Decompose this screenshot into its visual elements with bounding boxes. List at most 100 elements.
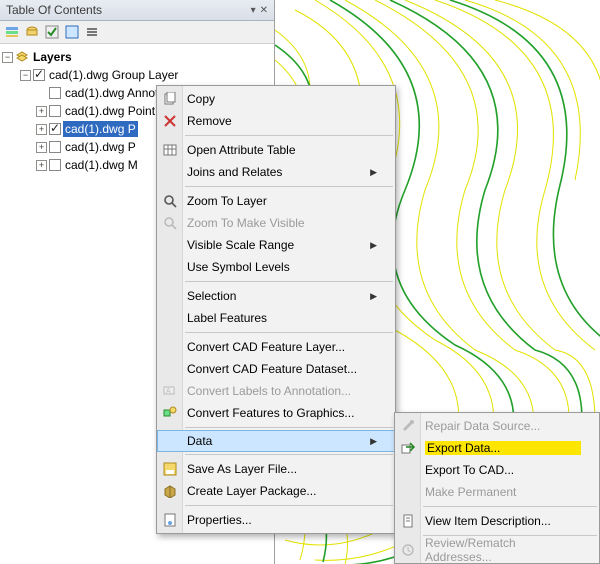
menu-item-label: Review/Rematch Addresses...: [425, 536, 581, 564]
layer-label[interactable]: cad(1).dwg P: [63, 121, 138, 137]
layer-checkbox[interactable]: [49, 87, 61, 99]
layer-checkbox[interactable]: [49, 105, 61, 117]
save-layer-icon: [162, 461, 178, 477]
submenu-arrow-icon: ▶: [370, 240, 377, 251]
table-icon: [162, 142, 178, 158]
menu-item[interactable]: View Item Description...: [395, 510, 599, 532]
menu-item-label: Export Data...: [425, 441, 581, 455]
menu-item-label: Data: [187, 434, 370, 448]
menu-item[interactable]: Open Attribute Table: [157, 139, 395, 161]
dock-icon[interactable]: ▾: [251, 5, 256, 16]
menu-item[interactable]: Export Data...: [395, 437, 599, 459]
layer-label[interactable]: cad(1).dwg Point: [63, 103, 157, 119]
menu-item-label: Remove: [187, 114, 377, 128]
menu-item-label: Open Attribute Table: [187, 143, 377, 157]
menu-item[interactable]: Convert CAD Feature Dataset...: [157, 358, 395, 380]
menu-item: Make Permanent: [395, 481, 599, 503]
menu-item-label: Save As Layer File...: [187, 462, 377, 476]
menu-item-label: Convert Features to Graphics...: [187, 406, 377, 420]
menu-item-label: Properties...: [187, 513, 377, 527]
menu-item: Zoom To Make Visible: [157, 212, 395, 234]
menu-item[interactable]: Label Features: [157, 307, 395, 329]
menu-item[interactable]: Save As Layer File...: [157, 458, 395, 480]
layer-checkbox[interactable]: [49, 159, 61, 171]
features-icon: [162, 405, 178, 421]
menu-item-label: View Item Description...: [425, 514, 581, 528]
layer-label[interactable]: cad(1).dwg P: [63, 139, 138, 155]
menu-item[interactable]: Convert CAD Feature Layer...: [157, 336, 395, 358]
menu-item[interactable]: Zoom To Layer: [157, 190, 395, 212]
menu-item-label: Repair Data Source...: [425, 419, 581, 433]
zoom-icon: [162, 193, 178, 209]
toc-titlebar[interactable]: Table Of Contents ▾ ✕: [0, 0, 274, 21]
labels-icon: A: [162, 383, 178, 399]
menu-separator: [185, 135, 393, 136]
submenu-arrow-icon: ▶: [370, 436, 377, 447]
menu-item: Repair Data Source...: [395, 415, 599, 437]
layer-label[interactable]: cad(1).dwg M: [63, 157, 140, 173]
menu-item-label: Convert Labels to Annotation...: [187, 384, 377, 398]
tree-root-label: Layers: [31, 49, 74, 65]
menu-item-label: Convert CAD Feature Dataset...: [187, 362, 377, 376]
menu-separator: [185, 505, 393, 506]
layer-checkbox[interactable]: [49, 141, 61, 153]
tree-root[interactable]: − Layers: [2, 48, 274, 66]
list-by-selection-icon[interactable]: [64, 24, 80, 40]
data-submenu: Repair Data Source... Export Data... Expor…: [394, 412, 600, 564]
toc-title-label: Table Of Contents: [6, 3, 102, 17]
remove-icon: [162, 113, 178, 129]
menu-item[interactable]: Remove: [157, 110, 395, 132]
menu-item[interactable]: Use Symbol Levels: [157, 256, 395, 278]
layer-label[interactable]: cad(1).dwg Group Layer: [47, 67, 180, 83]
layer-checkbox[interactable]: [33, 69, 45, 81]
tree-item[interactable]: − cad(1).dwg Group Layer: [2, 66, 274, 84]
list-by-drawing-order-icon[interactable]: [4, 24, 20, 40]
menu-item[interactable]: Copy: [157, 88, 395, 110]
menu-item: Review/Rematch Addresses...: [395, 539, 599, 561]
menu-item[interactable]: Selection▶: [157, 285, 395, 307]
expander-icon[interactable]: +: [36, 106, 47, 117]
menu-item-label: Use Symbol Levels: [187, 260, 377, 274]
menu-item-label: Make Permanent: [425, 485, 581, 499]
menu-item-label: Zoom To Make Visible: [187, 216, 377, 230]
properties-icon: [162, 512, 178, 528]
menu-separator: [185, 186, 393, 187]
menu-item[interactable]: Convert Features to Graphics...: [157, 402, 395, 424]
submenu-arrow-icon: ▶: [370, 167, 377, 178]
menu-item-label: Export To CAD...: [425, 463, 581, 477]
menu-item-label: Convert CAD Feature Layer...: [187, 340, 377, 354]
close-icon[interactable]: ✕: [260, 5, 268, 16]
package-icon: [162, 483, 178, 499]
menu-item[interactable]: Data▶: [157, 430, 395, 452]
menu-separator: [423, 506, 597, 507]
options-icon[interactable]: [84, 24, 100, 40]
menu-item-label: Label Features: [187, 311, 377, 325]
copy-icon: [162, 91, 178, 107]
menu-item-label: Copy: [187, 92, 377, 106]
rematch-icon: [400, 542, 416, 558]
list-by-visibility-icon[interactable]: [44, 24, 60, 40]
menu-separator: [185, 454, 393, 455]
layers-icon: [15, 50, 29, 64]
expander-icon[interactable]: +: [36, 160, 47, 171]
menu-item[interactable]: Properties...: [157, 509, 395, 531]
menu-separator: [185, 332, 393, 333]
expander-icon[interactable]: +: [36, 142, 47, 153]
menu-separator: [185, 281, 393, 282]
toc-toolbar: [0, 21, 274, 44]
expander-icon[interactable]: +: [36, 124, 47, 135]
menu-item[interactable]: Joins and Relates▶: [157, 161, 395, 183]
menu-item-label: Joins and Relates: [187, 165, 370, 179]
menu-item[interactable]: Export To CAD...: [395, 459, 599, 481]
menu-item[interactable]: Visible Scale Range▶: [157, 234, 395, 256]
menu-item-label: Selection: [187, 289, 370, 303]
layer-checkbox[interactable]: [49, 123, 61, 135]
list-by-source-icon[interactable]: [24, 24, 40, 40]
menu-separator: [185, 427, 393, 428]
menu-item[interactable]: Create Layer Package...: [157, 480, 395, 502]
export-icon: [400, 440, 416, 456]
submenu-arrow-icon: ▶: [370, 291, 377, 302]
menu-item-label: Visible Scale Range: [187, 238, 370, 252]
layer-context-menu: Copy Remove Open Attribute Table Joins and …: [156, 85, 396, 534]
expander-icon[interactable]: −: [20, 70, 31, 81]
